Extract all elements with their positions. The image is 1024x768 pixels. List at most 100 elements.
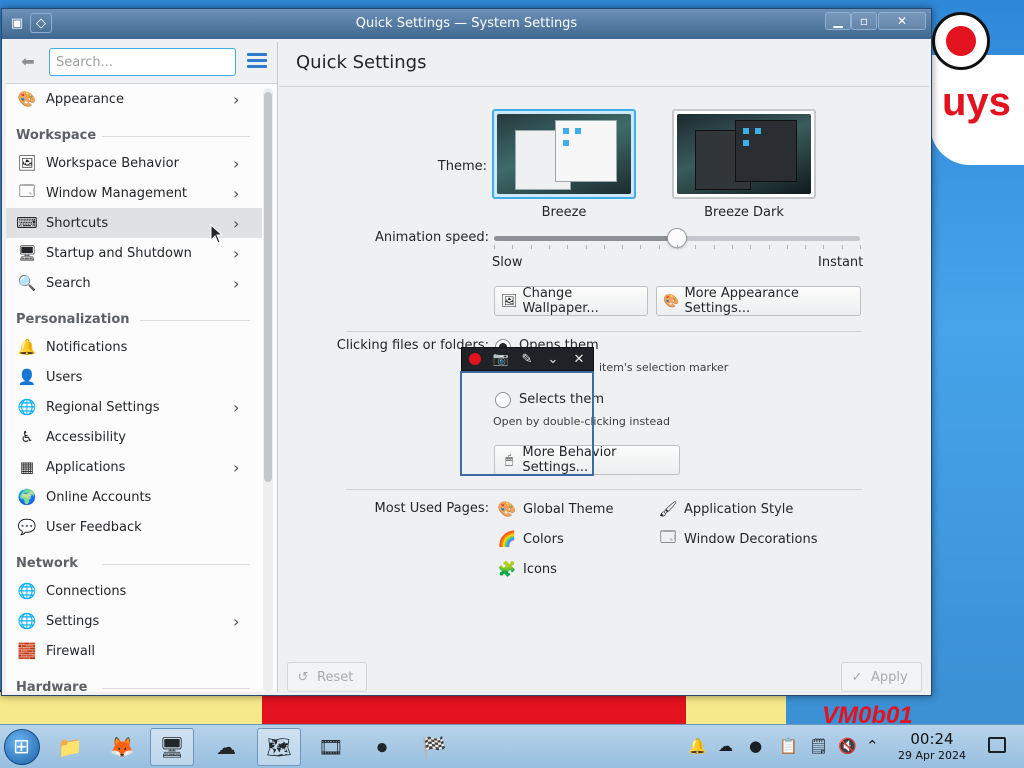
device-tray-icon[interactable]: 🗒 — [809, 737, 828, 755]
most-used-label-text: Application Style — [684, 501, 794, 517]
accessibility-icon: ♿ — [20, 428, 34, 446]
maximize-icon: ▫ — [859, 14, 869, 28]
sidebar-item-label: Applications — [46, 459, 126, 475]
sidebar-item-appearance[interactable]: 🎨 Appearance › — [6, 84, 262, 114]
most-used-window-decorations[interactable]: 🗔 Window Decorations — [657, 527, 818, 551]
sidebar-item-applications[interactable]: ▦ Applications › — [6, 452, 262, 482]
record-icon: ⏺ — [377, 735, 387, 759]
chevron-right-icon: › — [233, 214, 240, 233]
slider-tick — [713, 245, 715, 249]
taskbar-video-editor[interactable]: 🎞 — [309, 728, 353, 766]
monitor-icon: 🖥 — [17, 244, 37, 262]
slider-tick — [768, 245, 770, 249]
sidebar-item-connections[interactable]: 🌐 Connections — [6, 576, 262, 606]
taskbar-cloud-app[interactable]: ☁ — [204, 728, 248, 766]
record-button[interactable] — [462, 348, 488, 370]
network-globe-icon: 🌐 — [17, 582, 37, 600]
sidebar-item-label: Regional Settings — [46, 399, 160, 415]
taskbar-system-settings[interactable]: 🖥 — [150, 728, 194, 766]
close-icon: ✕ — [896, 14, 908, 28]
opens-them-hint: item's selection marker — [599, 361, 729, 374]
most-used-label-text: Colors — [523, 531, 564, 547]
taskbar-file-manager[interactable]: 📁 — [48, 728, 92, 766]
bandicam-desktop-icon[interactable] — [932, 12, 990, 70]
taskbar-bandicam[interactable]: ⏺ — [360, 728, 404, 766]
chevron-right-icon: › — [233, 458, 240, 477]
sidebar-item-label: Connections — [46, 583, 127, 599]
sidebar-category-network: Network — [6, 542, 262, 576]
network-settings-icon: 🌐 — [17, 612, 37, 630]
chevron-up-icon[interactable]: ⌃ — [866, 737, 879, 755]
start-menu-button[interactable] — [4, 729, 40, 765]
close-button[interactable]: ✕ — [878, 12, 926, 30]
most-used-application-style[interactable]: 🖌 Application Style — [657, 497, 793, 521]
more-appearance-settings-button[interactable]: 🎨 More Appearance Settings... — [656, 286, 861, 316]
clock-date[interactable]: 29 Apr 2024 — [889, 749, 975, 762]
animation-min-label: Slow — [492, 255, 523, 270]
application-style-icon: 🖌 — [658, 500, 678, 518]
desktop-wallpaper-text: VM0b01 — [822, 702, 913, 724]
sidebar-item-workspace-behavior[interactable]: 🖼 Workspace Behavior › — [6, 148, 262, 178]
sidebar-item-online-accounts[interactable]: 🌍 Online Accounts — [6, 482, 262, 512]
most-used-label-text: Global Theme — [523, 501, 614, 517]
clipboard-tray-icon[interactable]: 📋 — [779, 737, 798, 755]
sidebar-item-users[interactable]: 👤 Users — [6, 362, 262, 392]
more-appearance-label: More Appearance Settings... — [684, 286, 799, 316]
header-divider — [279, 86, 929, 87]
minimize-button[interactable]: ▁ — [825, 12, 851, 30]
screenshot-button[interactable]: 📷 — [488, 348, 514, 370]
sidebar-scrollbar[interactable] — [264, 92, 272, 482]
bandicam-desktop-label[interactable]: Bandicam — [932, 78, 985, 92]
most-used-colors[interactable]: 🌈 Colors — [496, 527, 564, 551]
sidebar-item-network-settings[interactable]: 🌐 Settings › — [6, 606, 262, 636]
most-used-global-theme[interactable]: 🎨 Global Theme — [496, 497, 614, 521]
reset-button[interactable]: ↺ Reset — [287, 662, 367, 692]
sidebar-item-window-management[interactable]: 🗔 Window Management › — [6, 178, 262, 208]
clock-time[interactable]: 00:24 — [904, 730, 960, 748]
volume-muted-tray-icon[interactable]: 🔇 — [838, 737, 857, 755]
maximize-button[interactable]: ▫ — [851, 12, 877, 30]
show-desktop-button[interactable] — [988, 737, 1006, 753]
chevron-right-icon: › — [233, 244, 240, 263]
slider-tick — [640, 245, 642, 249]
search-input[interactable] — [49, 48, 236, 76]
taskbar-firefox[interactable]: 🦊 — [100, 728, 144, 766]
cloud-tray-icon[interactable]: ☁ — [718, 737, 733, 755]
most-used-icons[interactable]: 🧩 Icons — [496, 557, 557, 581]
slider-tick — [805, 245, 807, 249]
section-divider — [346, 489, 862, 490]
capture-close-button[interactable]: ✕ — [566, 348, 592, 370]
sidebar-item-accessibility[interactable]: ♿ Accessibility — [6, 422, 262, 452]
taskbar-image-editor[interactable]: 🗺 — [257, 728, 301, 766]
theme-card-breeze-dark[interactable] — [672, 109, 816, 199]
notifications-tray-icon[interactable]: 🔔 — [688, 737, 707, 755]
slider-tick — [731, 245, 733, 249]
apply-label: Apply — [871, 669, 908, 685]
most-used-label-text: Icons — [523, 561, 557, 577]
status-green-tray-icon[interactable]: ● — [749, 737, 762, 755]
capture-selection-rectangle[interactable] — [460, 371, 594, 476]
film-icon: 🎞 — [318, 735, 344, 759]
theme-card-breeze[interactable] — [492, 109, 636, 199]
change-wallpaper-button[interactable]: 🖼 Change Wallpaper... — [494, 286, 648, 316]
sidebar-item-notifications[interactable]: 🔔 Notifications — [6, 332, 262, 362]
apply-button[interactable]: ✓ Apply — [841, 662, 922, 692]
sidebar-item-firewall[interactable]: 🧱 Firewall — [6, 636, 262, 666]
slider-tick — [786, 245, 788, 249]
sidebar-item-user-feedback[interactable]: 💬 User Feedback — [6, 512, 262, 542]
window-icon: 🗔 — [18, 181, 36, 200]
breeze-dark-preview-image — [677, 114, 811, 194]
hamburger-menu-icon[interactable] — [247, 53, 267, 71]
window-titlebar[interactable]: ▣ ◇ Quick Settings — System Settings ▁ ▫… — [2, 9, 931, 39]
slider-tick — [603, 245, 605, 249]
sidebar-item-search[interactable]: 🔍 Search › — [6, 268, 262, 298]
sidebar-item-label: Settings — [46, 613, 100, 629]
collapse-button[interactable]: ⌄ — [540, 348, 566, 370]
sidebar-item-label: Window Management — [46, 185, 188, 201]
sidebar-item-regional-settings[interactable]: 🌐 Regional Settings › — [6, 392, 262, 422]
taskbar-windows-flag[interactable]: 🏁 — [412, 728, 456, 766]
applications-icon: ▦ — [19, 458, 35, 476]
back-arrow-icon[interactable]: ⬅ — [16, 52, 40, 74]
sidebar-item-label: Firewall — [46, 643, 96, 659]
draw-button[interactable]: ✎ — [514, 348, 540, 370]
